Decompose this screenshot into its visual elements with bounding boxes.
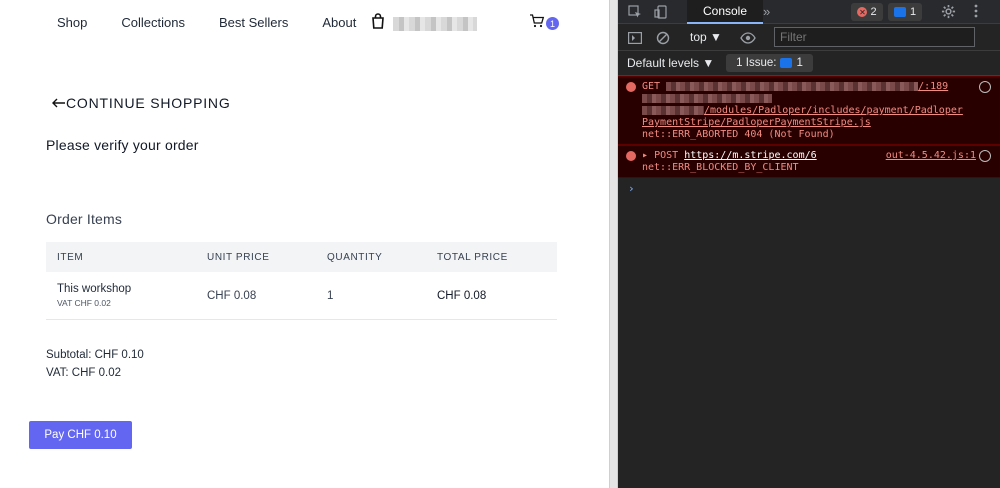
verify-heading: Please verify your order <box>46 137 199 153</box>
devtools-pane: Console » ✕ 2 1 top ▼ Default levels ▼ <box>618 0 1000 488</box>
redacted-url <box>642 105 704 115</box>
console-prompt[interactable]: › <box>618 178 1000 200</box>
nav-shop[interactable]: Shop <box>57 15 87 31</box>
issue-label: 1 Issue: <box>736 57 777 69</box>
entry-method: POST <box>654 150 679 161</box>
levels-bar: Default levels ▼ 1 Issue: 1 <box>618 51 1000 76</box>
subtotal: Subtotal: CHF 0.10 <box>46 349 144 361</box>
redacted-url <box>666 81 919 91</box>
item-cell: This workshop VAT CHF 0.02 <box>46 283 196 308</box>
network-request-icon[interactable] <box>979 150 991 162</box>
header-unit-price: UNIT PRICE <box>207 251 270 263</box>
cart-count-badge: 1 <box>546 17 559 30</box>
table-header: ITEM UNIT PRICE QUANTITY TOTAL PRICE <box>46 242 557 272</box>
gear-icon[interactable] <box>940 3 956 19</box>
expand-triangle-icon[interactable]: ▸ <box>642 150 648 161</box>
error-icon <box>626 151 636 161</box>
entry-path-1[interactable]: /modules/Padloper/includes/payment/Padlo… <box>704 105 963 116</box>
vat-total: VAT: CHF 0.02 <box>46 367 121 379</box>
message-icon <box>893 7 906 17</box>
inspect-element-icon[interactable] <box>627 4 643 20</box>
brand-name-redacted <box>393 16 477 31</box>
order-items-table: ITEM UNIT PRICE QUANTITY TOTAL PRICE Thi… <box>46 242 557 320</box>
continue-shopping-label: CONTINUE SHOPPING <box>66 95 231 111</box>
entry-line-3: /modules/Padloper/includes/payment/Padlo… <box>642 105 976 117</box>
header-total-price: TOTAL PRICE <box>437 251 508 263</box>
error-icon: ✕ <box>857 7 868 17</box>
console-log: GET /:189 /modules/Padloper/includes/pay… <box>618 76 1000 200</box>
issue-count: 1 <box>796 57 803 69</box>
table-row: This workshop VAT CHF 0.02 CHF 0.08 1 CH… <box>46 272 557 320</box>
more-tabs-icon[interactable]: » <box>763 4 770 19</box>
log-levels-dropdown[interactable]: Default levels ▼ <box>627 56 714 70</box>
clear-console-icon[interactable] <box>655 30 671 46</box>
unit-price-cell: CHF 0.08 <box>207 289 257 302</box>
sidebar-toggle-icon[interactable] <box>627 30 643 46</box>
main-nav: Shop Collections Best Sellers About <box>57 15 390 31</box>
entry-url-tail[interactable]: /:189 <box>918 81 948 92</box>
entry-line-1: GET /:189 <box>642 81 976 93</box>
entry-method: GET <box>642 81 661 92</box>
entry-source-link[interactable]: out-4.5.42.js:1 <box>886 150 976 162</box>
kebab-menu-icon[interactable] <box>968 3 984 19</box>
error-counter[interactable]: ✕ 2 <box>851 3 883 21</box>
network-request-icon[interactable] <box>979 81 991 93</box>
issues-button[interactable]: 1 Issue: 1 <box>726 54 813 72</box>
shopping-bag-icon <box>371 13 385 34</box>
quantity-cell: 1 <box>327 289 334 302</box>
header-item: ITEM <box>57 251 84 263</box>
redacted-url <box>642 93 772 103</box>
message-counter[interactable]: 1 <box>888 3 922 21</box>
entry-status: net::ERR_ABORTED 404 (Not Found) <box>642 129 835 140</box>
console-error-entry: ▸ POST https://m.stripe.com/6 net::ERR_B… <box>618 145 1000 178</box>
item-vat: VAT CHF 0.02 <box>57 298 111 308</box>
devtools-tabbar: Console » ✕ 2 1 <box>618 0 1000 24</box>
nav-about[interactable]: About <box>322 15 356 31</box>
error-count: 2 <box>870 6 877 18</box>
pay-button[interactable]: Pay CHF 0.10 <box>29 421 132 449</box>
order-summary: Subtotal: CHF 0.10 VAT: CHF 0.02 <box>46 346 144 382</box>
entry-status: net::ERR_BLOCKED_BY_CLIENT <box>642 162 799 173</box>
order-items-heading: Order Items <box>46 211 123 227</box>
entry-path-2[interactable]: PaymentStripe/PadloperPaymentStripe.js <box>642 117 871 128</box>
arrow-left-icon <box>52 95 66 111</box>
console-toolbar: top ▼ <box>618 24 1000 51</box>
eye-icon[interactable] <box>740 30 756 46</box>
error-icon <box>626 82 636 92</box>
shop-pane: Shop Collections Best Sellers About 1 CO… <box>0 0 609 488</box>
entry-line-4: PaymentStripe/PadloperPaymentStripe.js <box>642 117 976 129</box>
continue-shopping-link[interactable]: CONTINUE SHOPPING <box>52 95 231 111</box>
message-count: 1 <box>909 6 917 18</box>
nav-collections[interactable]: Collections <box>121 15 185 31</box>
nav-best-sellers[interactable]: Best Sellers <box>219 15 288 31</box>
cart-button[interactable]: 1 <box>529 14 559 33</box>
total-price-cell: CHF 0.08 <box>437 289 487 302</box>
filter-input[interactable] <box>774 27 975 47</box>
entry-url[interactable]: https://m.stripe.com/6 <box>684 150 816 161</box>
item-name: This workshop <box>57 283 132 295</box>
context-selector[interactable]: top ▼ <box>690 30 722 44</box>
tab-console[interactable]: Console <box>687 0 763 24</box>
entry-line-2 <box>642 93 976 105</box>
console-error-entry: GET /:189 /modules/Padloper/includes/pay… <box>618 76 1000 145</box>
brand-logo[interactable] <box>371 13 477 34</box>
device-toolbar-icon[interactable] <box>653 4 669 20</box>
cart-icon <box>529 14 545 33</box>
header-quantity: QUANTITY <box>327 251 383 263</box>
pane-splitter[interactable] <box>609 0 618 488</box>
issue-icon <box>780 58 793 68</box>
